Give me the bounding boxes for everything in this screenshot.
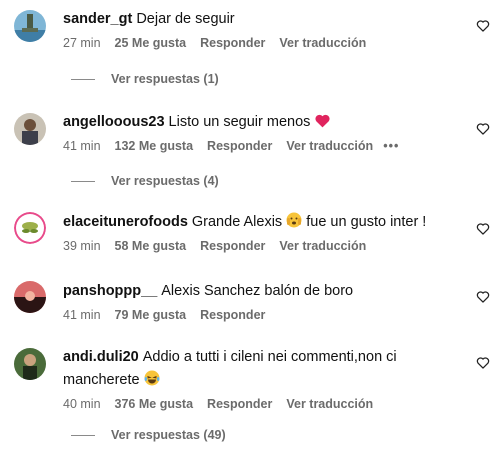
avatar[interactable] [14,281,46,313]
like-heart-icon[interactable] [476,222,490,235]
likes-count[interactable]: 132 Me gusta [115,139,194,153]
comment-meta: 41 min 132 Me gusta Responder Ver traducció… [63,138,460,154]
timestamp: 41 min [63,308,101,322]
comment-text: elaceitunerofoods Grande Alexis fue un gu… [63,211,460,234]
red-heart-icon [315,114,330,128]
comment-body: Alexis Sanchez balón de boro [161,283,354,299]
divider-line [71,434,95,436]
likes-count[interactable]: 25 Me gusta [115,36,187,50]
timestamp: 40 min [63,397,101,411]
comment-text: sander_gt Dejar de seguir [63,8,460,31]
like-heart-icon[interactable] [476,19,490,32]
view-replies-button[interactable]: Ver respuestas (49) [71,428,226,442]
comment-text: panshoppp__ Alexis Sanchez balón de boro [63,280,460,303]
more-options-button[interactable]: ••• [383,139,399,153]
comment-meta: 40 min 376 Me gusta Responder Ver traducció… [63,396,460,412]
reply-button[interactable]: Responder [200,308,265,322]
translate-button[interactable]: Ver traducción [286,139,373,153]
reply-button[interactable]: Responder [207,397,272,411]
translate-button[interactable]: Ver traducción [279,239,366,253]
comment-meta: 41 min 79 Me gusta Responder [63,307,460,323]
comment-body: Dejar de seguir [136,11,235,27]
username[interactable]: panshoppp__ [63,283,157,299]
comment-text: angellooous23 Listo un seguir menos [63,111,460,134]
replies-label: Ver respuestas (49) [111,428,226,442]
divider-line [71,180,95,182]
username[interactable]: elaceitunerofoods [63,214,188,230]
translate-button[interactable]: Ver traducción [279,36,366,50]
comment-meta: 27 min 25 Me gusta Responder Ver traducción [63,35,460,51]
avatar[interactable] [14,10,46,42]
laughing-tears-icon [144,370,160,386]
like-heart-icon[interactable] [476,290,490,303]
view-replies-button[interactable]: Ver respuestas (1) [71,72,219,86]
avatar[interactable] [14,113,46,145]
reply-button[interactable]: Responder [200,239,265,253]
comment-body: Grande Alexis [191,214,283,230]
comment-body-end: fue un gusto inter ! [306,214,427,230]
replies-label: Ver respuestas (4) [111,174,219,188]
timestamp: 41 min [63,139,101,153]
comment-text: andi.duli20 Addio a tutti i cileni nei co… [63,346,460,392]
timestamp: 39 min [63,239,101,253]
username[interactable]: angellooous23 [63,114,165,130]
likes-count[interactable]: 58 Me gusta [115,239,187,253]
likes-count[interactable]: 79 Me gusta [115,308,187,322]
like-heart-icon[interactable] [476,122,490,135]
view-replies-button[interactable]: Ver respuestas (4) [71,174,219,188]
likes-count[interactable]: 376 Me gusta [115,397,194,411]
translate-button[interactable]: Ver traducción [286,397,373,411]
replies-label: Ver respuestas (1) [111,72,219,86]
comment-meta: 39 min 58 Me gusta Responder Ver traducción [63,238,460,254]
reply-button[interactable]: Responder [207,139,272,153]
divider-line [71,78,95,80]
avatar[interactable] [14,212,46,244]
like-heart-icon[interactable] [476,356,490,369]
avatar[interactable] [14,348,46,380]
reply-button[interactable]: Responder [200,36,265,50]
timestamp: 27 min [63,36,101,50]
username[interactable]: sander_gt [63,11,132,27]
username[interactable]: andi.duli20 [63,349,139,365]
comment-body: Listo un seguir menos [168,114,311,130]
crying-face-icon [286,212,302,228]
